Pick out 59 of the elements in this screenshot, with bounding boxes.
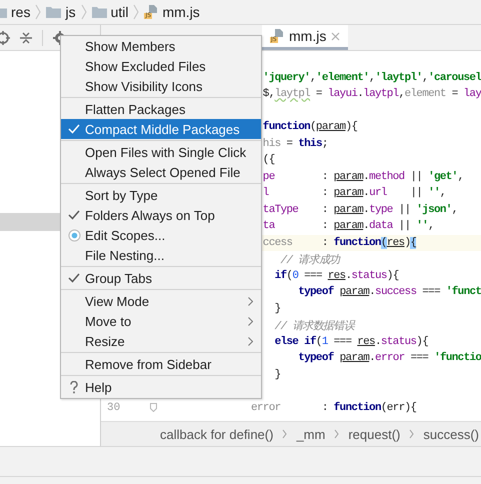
breadcrumb-link[interactable]: _mm <box>296 426 326 442</box>
folder-icon <box>92 6 107 18</box>
code-line: } <box>274 368 282 383</box>
breadcrumb-link[interactable]: callback for define() <box>160 426 274 442</box>
folder-icon <box>46 6 62 18</box>
fold-icon <box>150 403 157 412</box>
check-icon <box>68 273 80 283</box>
question-icon <box>70 380 78 394</box>
menu-item[interactable]: Always Select Opened File <box>61 162 261 182</box>
chevron-icon <box>334 429 340 439</box>
code-line: // 请求数据错误 <box>274 319 356 334</box>
code-line: if(0 === res.status){ <box>274 268 400 284</box>
menu-item[interactable]: Compact Middle Packages <box>61 119 261 139</box>
breadcrumb-link[interactable]: success() <box>423 426 479 442</box>
collapse-all-icon[interactable] <box>20 32 32 44</box>
code-line: // 请求成功 <box>280 253 342 268</box>
chevron-icon <box>409 429 414 439</box>
crosshair-icon[interactable] <box>0 30 10 44</box>
code-line: typeof param.success === 'funct <box>297 284 481 300</box>
menu-item[interactable]: View Mode <box>61 291 261 311</box>
menu-item[interactable]: Move to <box>61 311 261 331</box>
code-line: 'jquery','element','laytpl','carousel <box>262 70 481 86</box>
menu-item[interactable]: Remove from Sidebar <box>61 354 261 374</box>
code-line: $,laytpl = layui.laytpl,element = lay <box>262 87 481 102</box>
check-icon <box>68 210 80 220</box>
menu-item[interactable]: Show Excluded Files <box>61 56 261 76</box>
code-line: his = this; <box>262 136 329 152</box>
close-icon <box>331 32 340 40</box>
menu-item[interactable]: Help <box>61 377 261 397</box>
menu-item[interactable]: Folders Always on Top <box>61 205 261 225</box>
code-line: typeof param.error === 'functio <box>297 350 481 366</box>
code-line: ta : param.data || '', <box>262 219 435 234</box>
code-line: } <box>274 302 282 317</box>
code-line: ({ <box>262 153 276 168</box>
breadcrumb-link[interactable]: res <box>11 4 30 20</box>
menu-item[interactable]: Group Tabs <box>61 268 261 288</box>
code-line: l : param.url || '', <box>262 186 447 202</box>
code-line: error : function(err){ <box>251 400 418 416</box>
code-line: function(param){ <box>262 120 358 136</box>
chevron-icon <box>133 4 140 20</box>
breadcrumb-link[interactable]: js <box>65 4 76 20</box>
menu-item[interactable]: Resize <box>61 331 261 351</box>
code-line: taType : param.type || 'json', <box>262 202 459 218</box>
breadcrumb-link[interactable]: mm.js <box>162 4 200 20</box>
menu-item[interactable]: Sort by Type <box>61 185 261 205</box>
line-number: 30 <box>106 402 122 414</box>
menu-item[interactable]: Show Members <box>61 36 261 56</box>
breadcrumb-link[interactable]: util <box>110 4 128 20</box>
menu-item[interactable]: Flatten Packages <box>61 99 261 119</box>
breadcrumb-link[interactable]: request() <box>348 426 400 442</box>
code-line: pe : param.method || 'get', <box>262 170 464 185</box>
radio-icon <box>68 228 80 242</box>
chevron-icon <box>80 4 87 20</box>
chevron-icon <box>35 4 42 20</box>
chevron-icon <box>282 429 288 439</box>
check-icon <box>68 124 80 134</box>
menu-item[interactable]: Open Files with Single Click <box>61 142 261 162</box>
code-line: else if(1 === res.status){ <box>274 334 430 350</box>
menu-item[interactable]: Show Visibility Icons <box>61 76 261 96</box>
